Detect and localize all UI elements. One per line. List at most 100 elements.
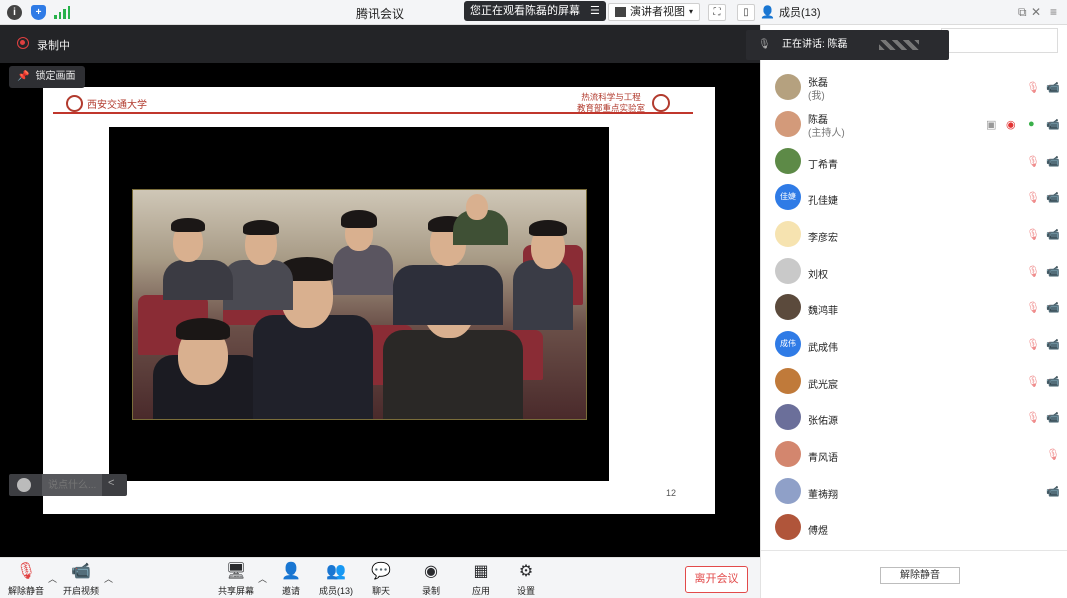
apps-label: 应用 [471, 586, 490, 596]
sidebar-toggle-icon[interactable]: ▯ [737, 4, 755, 21]
chat-bar: < [9, 474, 127, 496]
chat-label: 聊天 [371, 586, 390, 596]
network-signal-icon[interactable] [54, 6, 70, 19]
member-row[interactable]: 傅煜 [761, 509, 1067, 546]
mic-on-icon: ● [1028, 118, 1035, 130]
share-screen-icon: 🖥 [225, 563, 247, 580]
recording-icon [17, 37, 29, 49]
info-icon[interactable]: i [7, 5, 22, 20]
screen-share-icon: ▣ [986, 119, 997, 131]
chat-input[interactable] [42, 474, 102, 496]
gear-icon: ⚙ [518, 563, 534, 580]
speaking-label: 正在讲话: 陈磊 [782, 39, 848, 50]
unmute-button[interactable]: 🎙 解除静音 ︿ [8, 562, 57, 597]
member-row[interactable]: 青风语 🎙 [761, 436, 1067, 473]
member-row[interactable]: 陈磊 (主持人) ▣ ◉ ● 📹 [761, 106, 1067, 143]
member-name: 魏鸿菲 [808, 306, 838, 317]
member-name: 李彦宏 [808, 233, 838, 244]
unmute-all-button[interactable]: 解除静音 [880, 567, 960, 584]
record-icon: ◉ [424, 563, 438, 580]
member-row[interactable]: 成伟 武成伟 🎙 📹 [761, 326, 1067, 363]
view-mode-dropdown[interactable]: 演讲者视图 ▾ [608, 3, 701, 21]
avatar [775, 514, 801, 540]
avatar [775, 221, 801, 247]
popout-icon[interactable]: ⧉ [1018, 5, 1027, 20]
member-search-input[interactable] [941, 28, 1058, 53]
university-name: 西安交通大学 [87, 100, 147, 111]
invite-button[interactable]: 👤 邀请 [278, 562, 304, 597]
members-label: 成员(13) [318, 586, 353, 596]
avatar [775, 368, 801, 394]
member-name: 武光宸 [808, 380, 838, 391]
camera-off-icon: 📹 [1046, 412, 1060, 424]
viewing-screen-notice[interactable]: 您正在观看陈磊的屏幕 ☰ [464, 1, 606, 21]
members-header-label: 成员(13) [778, 7, 821, 19]
view-mode-label: 演讲者视图 [630, 6, 685, 18]
security-shield-icon[interactable]: + [31, 5, 46, 20]
lab-name: 热流科学与工程 教育部重点实验室 [577, 93, 645, 115]
avatar: 成伟 [775, 331, 801, 357]
camera-off-icon: 📹 [1046, 229, 1060, 241]
record-button[interactable]: ◉ 录制 [418, 562, 444, 597]
mic-muted-icon: 🎙 [758, 39, 771, 50]
camera-off-icon: 📹 [1046, 302, 1060, 314]
lab-name-line2: 教育部重点实验室 [576, 104, 645, 114]
avatar [775, 148, 801, 174]
start-video-label: 开启视频 [62, 586, 99, 596]
mic-muted-icon: 🎙 [1026, 412, 1040, 424]
mic-muted-icon: 🎙 [1026, 192, 1040, 204]
emoji-icon[interactable] [17, 478, 31, 492]
members-icon: 👥 [326, 563, 346, 580]
members-panel: 🎙 正在讲话: 陈磊 张磊 (我) 🎙 📹 陈磊 (主持人) ▣ ◉ ● 📹 丁… [746, 25, 1067, 598]
menu-icon[interactable]: ☰ [590, 1, 600, 21]
invite-icon: 👤 [281, 563, 301, 580]
chevron-up-icon[interactable]: ︿ [104, 572, 113, 585]
lab-name-line1: 热流科学与工程 [581, 93, 641, 103]
members-button[interactable]: 👥 成员(13) [318, 562, 354, 597]
share-screen-label: 共享屏幕 [218, 586, 255, 596]
record-label: 录制 [421, 586, 440, 596]
apps-button[interactable]: ▦ 应用 [468, 562, 494, 597]
member-row[interactable]: 李彦宏 🎙 📹 [761, 216, 1067, 253]
fullscreen-icon[interactable]: ⛶ [708, 4, 726, 21]
chevron-up-icon[interactable]: ︿ [258, 572, 267, 585]
mic-muted-icon: 🎙 [1026, 376, 1040, 388]
member-name: 丁希青 [808, 160, 838, 171]
chat-button[interactable]: 💬 聊天 [368, 562, 394, 597]
member-name: 青风语 [808, 453, 838, 464]
member-row[interactable]: 魏鸿菲 🎙 📹 [761, 289, 1067, 326]
chevron-up-icon[interactable]: ︿ [48, 572, 57, 585]
member-row[interactable]: 张磊 (我) 🎙 📹 [761, 69, 1067, 106]
leave-meeting-button[interactable]: 离开会议 [685, 566, 748, 593]
recording-bar: 录制中 [0, 25, 760, 63]
member-row[interactable]: 佳婕 孔佳婕 🎙 📹 [761, 179, 1067, 216]
audience-photo [132, 189, 587, 420]
more-menu-icon[interactable]: ≡ [1050, 5, 1057, 19]
collapse-chat-icon[interactable]: < [108, 477, 114, 489]
member-row[interactable]: 武光宸 🎙 📹 [761, 363, 1067, 400]
start-video-button[interactable]: 📹 开启视频 ︿ [62, 562, 113, 597]
pin-icon: 📌 [17, 71, 30, 82]
camera-off-icon: 📹 [1046, 156, 1060, 168]
mic-muted-icon: 🎙 [1026, 302, 1040, 314]
lock-view-button[interactable]: 📌 锁定画面 [9, 66, 86, 88]
member-row[interactable]: 张佑源 🎙 📹 [761, 399, 1067, 436]
settings-button[interactable]: ⚙ 设置 [513, 562, 539, 597]
avatar [775, 478, 801, 504]
layout-icon [615, 7, 626, 17]
mic-muted-icon: 🎙 [1046, 449, 1060, 461]
avatar [775, 404, 801, 430]
camera-off-icon: 📹 [1046, 376, 1060, 388]
member-name: 刘权 [808, 270, 828, 281]
member-name: 武成伟 [808, 343, 838, 354]
speaking-indicator: 🎙 正在讲话: 陈磊 [746, 30, 949, 60]
settings-label: 设置 [516, 586, 535, 596]
member-row[interactable]: 丁希青 🎙 📹 [761, 143, 1067, 180]
panel-footer: 解除静音 [761, 550, 1067, 598]
close-icon[interactable]: ✕ [1031, 5, 1041, 19]
avatar: 佳婕 [775, 184, 801, 210]
member-row[interactable]: 刘权 🎙 📹 [761, 253, 1067, 290]
slide-video-frame [109, 127, 609, 481]
share-screen-button[interactable]: 🖥 共享屏幕 ︿ [218, 562, 267, 597]
member-row[interactable]: 董祷翔 📹 [761, 473, 1067, 510]
